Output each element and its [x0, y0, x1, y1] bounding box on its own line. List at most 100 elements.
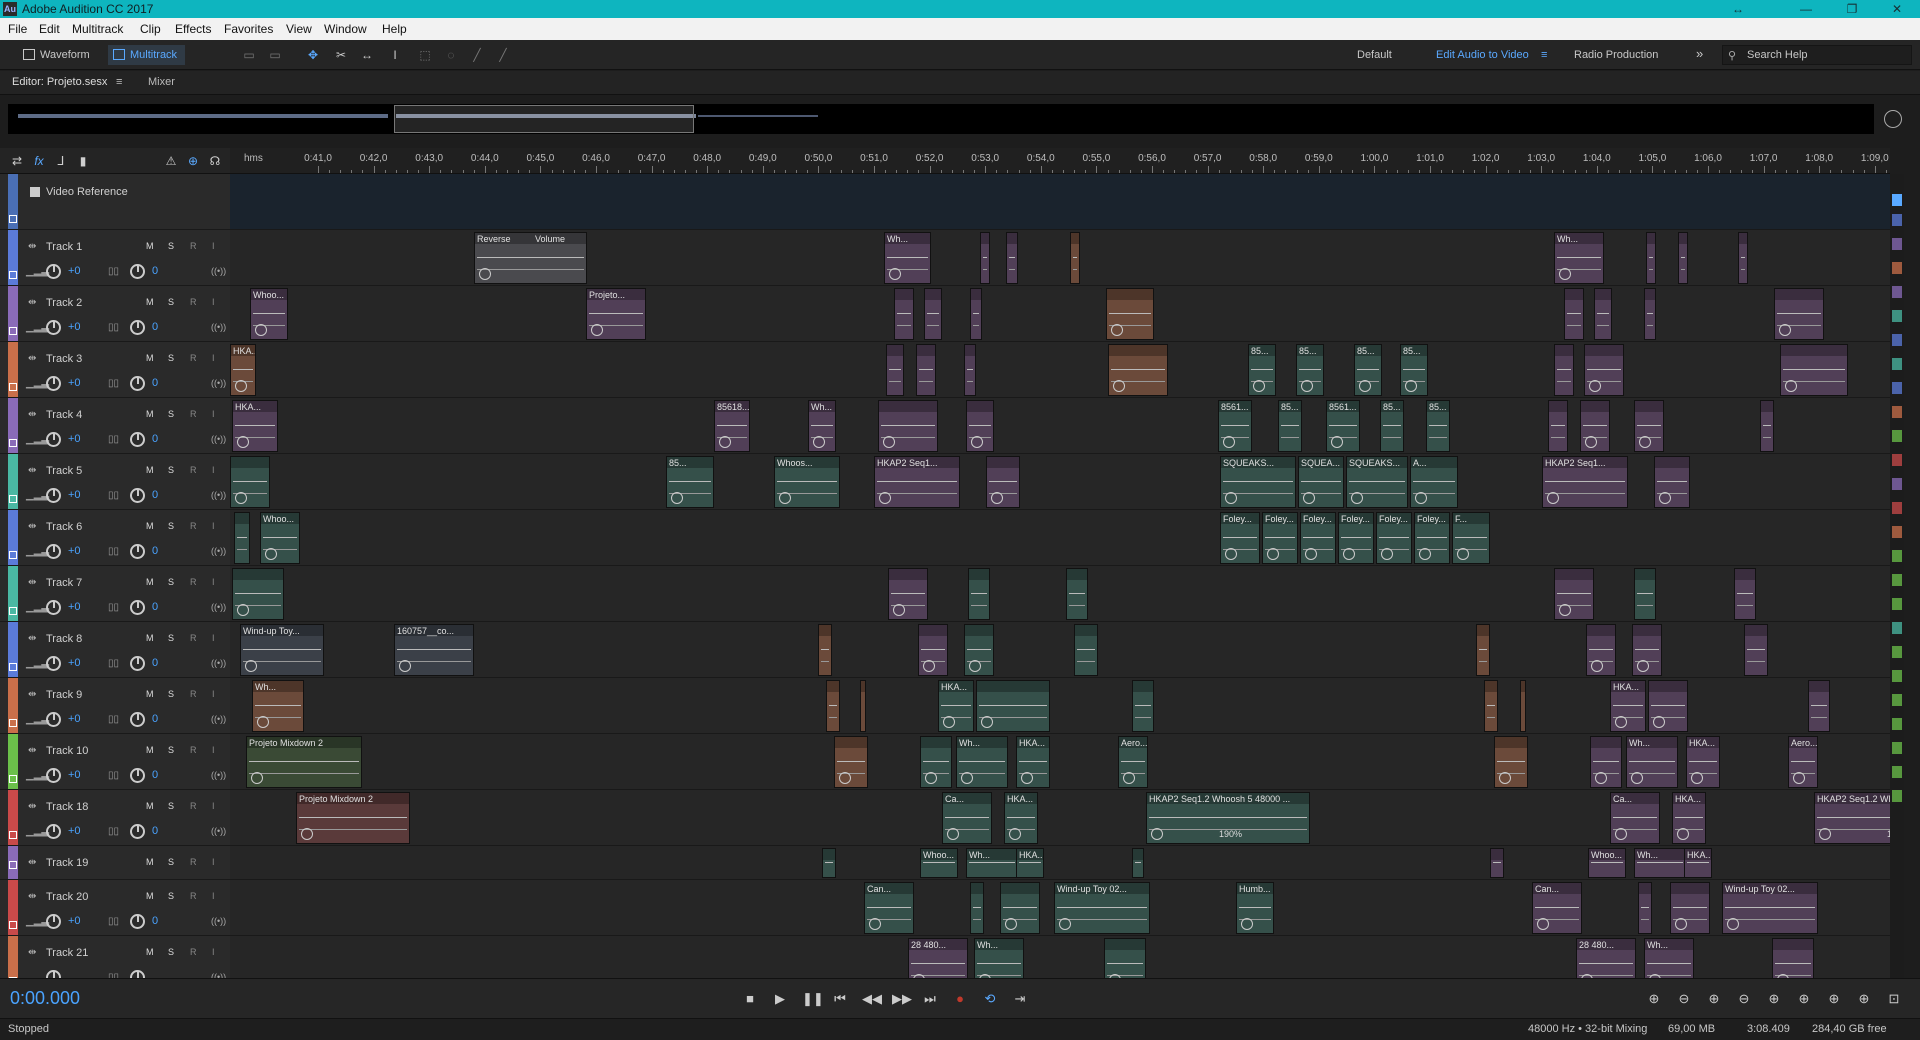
zoom-in-left-icon[interactable]: ⊕ [1826, 991, 1842, 1007]
audio-clip[interactable] [1006, 232, 1018, 284]
zoom-in-at-end-icon[interactable]: ⊕ [1796, 991, 1812, 1007]
audio-clip[interactable] [1638, 882, 1652, 934]
audio-clip[interactable] [1590, 736, 1622, 788]
sends-icon[interactable]: ((•)) [211, 658, 226, 668]
audio-clip[interactable]: Aero... [1788, 736, 1818, 788]
clip-fade-icon[interactable] [879, 492, 891, 504]
menu-clip[interactable]: Clip [140, 22, 161, 36]
audio-clip[interactable]: Wind-up Toy 02... [1054, 882, 1150, 934]
input-monitor-button[interactable]: I [212, 297, 215, 307]
audio-clip[interactable] [964, 344, 976, 396]
audio-clip[interactable]: Aero... [1118, 736, 1148, 788]
solo-button[interactable]: S [168, 297, 174, 307]
audio-clip[interactable] [1734, 568, 1756, 620]
audio-clip[interactable] [970, 288, 982, 340]
audio-clip[interactable]: Can... [1532, 882, 1582, 934]
record-arm-button[interactable]: R [190, 745, 197, 755]
track-lane[interactable]: Whoo... Wh... HKA... Whoo... Wh... HKA..… [230, 846, 1890, 880]
audio-clip[interactable] [234, 512, 250, 564]
audio-clip[interactable]: Foley... [1376, 512, 1412, 564]
audio-clip[interactable] [1634, 400, 1664, 452]
volume-value[interactable]: +0 [68, 769, 81, 781]
track-select-square[interactable] [9, 551, 17, 559]
clip-fade-icon[interactable] [1819, 828, 1831, 840]
audio-clip[interactable] [878, 400, 938, 452]
audio-clip[interactable]: Whoo... [250, 288, 288, 340]
audio-clip[interactable]: HKAP2 Seq1... [1542, 456, 1628, 508]
zoom-in-right-icon[interactable]: ⊕ [1856, 991, 1872, 1007]
mute-button[interactable]: M [146, 241, 154, 251]
volume-knob[interactable] [46, 712, 61, 727]
clip-fade-icon[interactable] [1559, 604, 1571, 616]
mute-button[interactable]: M [146, 857, 154, 867]
track-lane[interactable]: 28 480... Wh... 28 480... Wh... [230, 936, 1890, 978]
clip-fade-icon[interactable] [265, 548, 277, 560]
clip-fade-icon[interactable] [971, 436, 983, 448]
record-arm-button[interactable]: R [190, 297, 197, 307]
clip-fade-icon[interactable] [251, 772, 263, 784]
clip-fade-icon[interactable] [1225, 492, 1237, 504]
pan-knob[interactable] [130, 376, 145, 391]
audio-clip[interactable]: HKA... [1016, 848, 1044, 878]
track-name[interactable]: Track 9 [46, 689, 82, 701]
audio-clip[interactable] [1760, 400, 1774, 452]
clip-fade-icon[interactable] [235, 492, 247, 504]
rewind-icon[interactable]: ◀◀ [862, 991, 882, 1007]
track-name[interactable]: Track 6 [46, 521, 82, 533]
audio-clip[interactable]: Whoos... [774, 456, 840, 508]
track-select-square[interactable] [9, 607, 17, 615]
tab-mixer[interactable]: Mixer [148, 76, 175, 88]
track-name[interactable]: Track 7 [46, 577, 82, 589]
audio-clip[interactable] [918, 624, 948, 676]
clip-fade-icon[interactable] [1631, 772, 1643, 784]
track-select-square[interactable] [9, 831, 17, 839]
clip-fade-icon[interactable] [1653, 716, 1665, 728]
solo-button[interactable]: S [168, 801, 174, 811]
audio-clip[interactable] [894, 288, 914, 340]
loop-icon[interactable]: ⟲ [982, 991, 998, 1007]
solo-button[interactable]: S [168, 689, 174, 699]
sends-icon[interactable]: ((•)) [211, 602, 226, 612]
clip-fade-icon[interactable] [1659, 492, 1671, 504]
mute-button[interactable]: M [146, 577, 154, 587]
search-help-field[interactable]: ⚲ Search Help [1722, 45, 1912, 65]
audio-clip[interactable]: Wind-up Toy... [240, 624, 324, 676]
volume-knob[interactable] [46, 824, 61, 839]
audio-clip[interactable] [980, 232, 990, 284]
waveform-view-button[interactable]: Waveform [18, 45, 98, 65]
volume-value[interactable]: +0 [68, 713, 81, 725]
track-lane[interactable]: 85... Whoos... HKAP2 Seq1... SQUEAKS... … [230, 454, 1890, 510]
track-lane[interactable]: HKA... 85618... Wh... 8561... 85... 8561… [230, 398, 1890, 454]
audio-clip[interactable]: Wh... [884, 232, 931, 284]
pan-value[interactable]: 0 [152, 657, 158, 669]
pan-value[interactable]: 0 [152, 321, 158, 333]
track-name[interactable]: Track 8 [46, 633, 82, 645]
audio-clip[interactable]: Foley... [1414, 512, 1450, 564]
solo-button[interactable]: S [168, 633, 174, 643]
track-name[interactable]: Track 5 [46, 465, 82, 477]
clip-fade-icon[interactable] [1595, 772, 1607, 784]
audio-clip[interactable]: Wh... [1626, 736, 1678, 788]
clip-fade-icon[interactable] [1405, 380, 1417, 392]
brush-tool-icon[interactable]: ╱ [470, 49, 484, 61]
audio-clip[interactable] [924, 288, 942, 340]
mute-button[interactable]: M [146, 465, 154, 475]
clip-fade-icon[interactable] [301, 828, 313, 840]
play-icon[interactable]: ▶ [772, 991, 788, 1007]
clip-fade-icon[interactable] [1499, 772, 1511, 784]
audio-clip[interactable] [1000, 882, 1040, 934]
mute-button[interactable]: M [146, 409, 154, 419]
audio-clip[interactable]: SQUEAKS... [1220, 456, 1296, 508]
more-workspaces-icon[interactable]: » [1696, 46, 1703, 61]
volume-value[interactable]: +0 [68, 657, 81, 669]
clip-fade-icon[interactable] [1537, 918, 1549, 930]
audio-clip[interactable]: Wh... [1634, 848, 1686, 878]
audio-clip[interactable]: Projeto... [586, 288, 646, 340]
zoom-in-at-start-icon[interactable]: ⊕ [1766, 991, 1782, 1007]
clip-fade-icon[interactable] [255, 324, 267, 336]
clip-fade-icon[interactable] [1111, 324, 1123, 336]
audio-clip[interactable]: HKAP2 Seq1... [874, 456, 960, 508]
volume-knob[interactable] [46, 432, 61, 447]
audio-clip[interactable] [1554, 568, 1594, 620]
audio-clip[interactable]: Foley... [1338, 512, 1374, 564]
